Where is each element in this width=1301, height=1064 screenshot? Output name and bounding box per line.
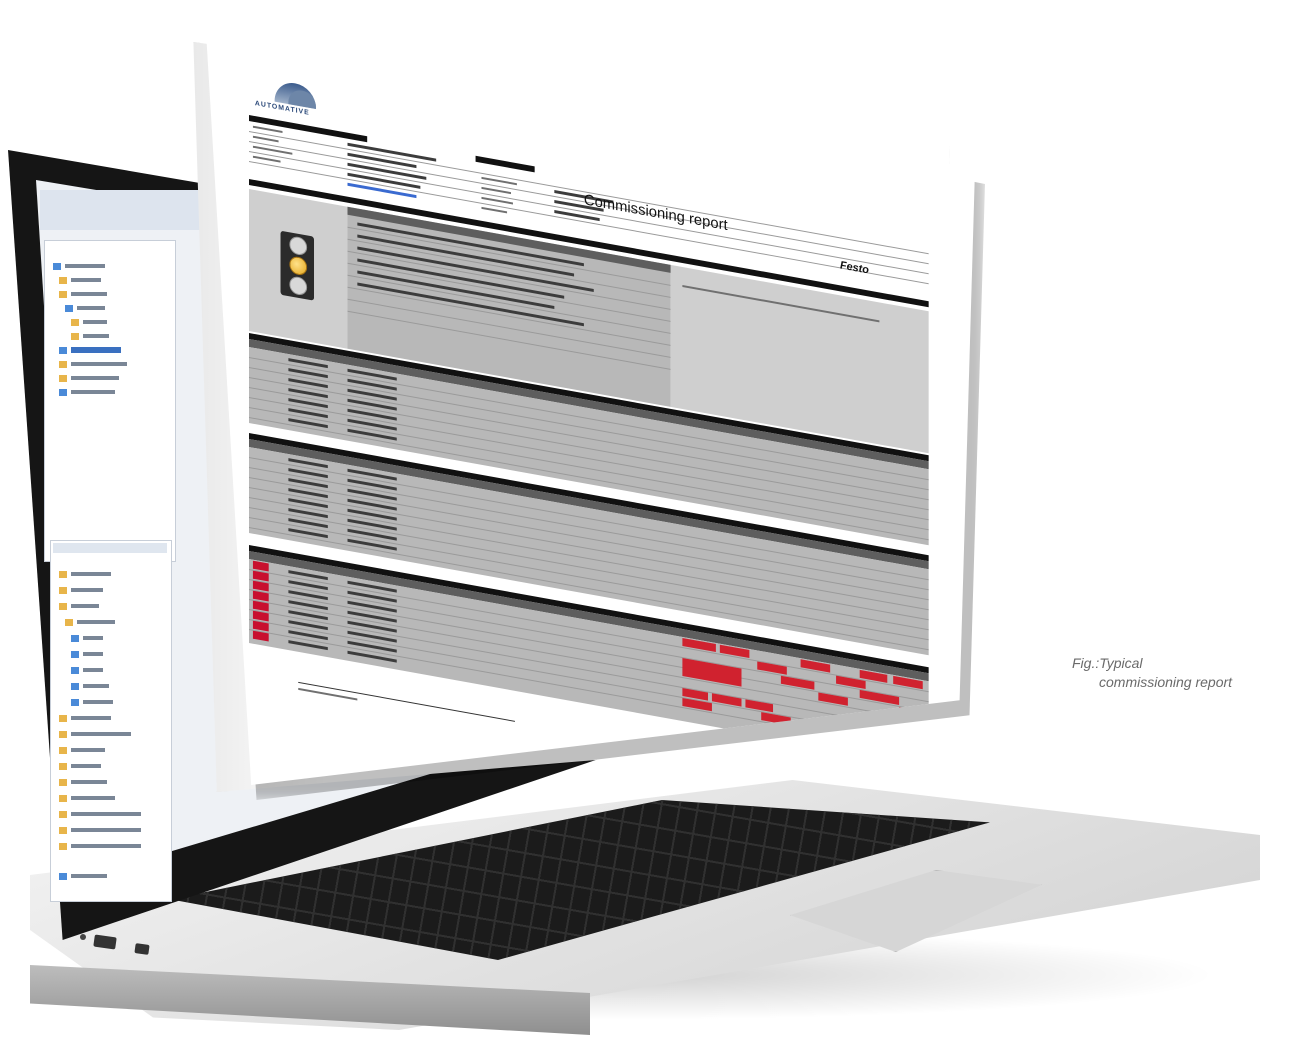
folder-icon [59,842,67,850]
tree-item[interactable] [65,617,115,627]
signature-line [662,747,860,784]
tree-item[interactable] [59,275,101,285]
tree-item[interactable] [59,359,127,369]
device-icon [71,698,79,706]
tree-item[interactable] [59,841,141,851]
device-icon [71,650,79,658]
figure-caption: Fig.:Typical commissioning report [1072,654,1301,692]
signature-line [298,681,515,722]
report-title: Commissioning report [583,191,728,235]
folder-icon [59,826,67,834]
folder-icon [59,290,67,298]
tree-item[interactable] [59,373,119,383]
report-page: AUTOMATIVE Commissioning report Festo [205,15,975,785]
folder-icon [59,762,67,770]
tree-item[interactable] [59,777,107,787]
tree-item[interactable] [65,303,105,313]
folder-icon [59,346,67,354]
tree-item[interactable] [59,761,101,771]
traffic-light-icon [280,230,315,301]
tree-item-selected[interactable] [59,345,121,355]
tree-item[interactable] [71,697,113,707]
caption-prefix: Fig.: [1072,655,1100,671]
tree-item[interactable] [59,713,111,723]
tree-item[interactable] [59,569,111,579]
tree-item[interactable] [71,649,103,659]
folder-icon [53,262,61,270]
tree-item[interactable] [59,387,115,397]
tree-item[interactable] [71,665,103,675]
caption-line1: Typical [1099,655,1143,671]
tree-item[interactable] [59,601,99,611]
tree-item[interactable] [71,317,107,327]
tree-item[interactable] [59,793,115,803]
folder-icon [59,872,67,880]
folder-icon [59,586,67,594]
tree-item[interactable] [59,289,107,299]
folder-icon [59,276,67,284]
power-led [80,934,86,940]
tree-item[interactable] [59,585,103,595]
caption-line2: commissioning report [1099,674,1233,690]
folder-icon [59,746,67,754]
report-content: AUTOMATIVE Commissioning report Festo [249,73,939,785]
folder-icon [59,730,67,738]
app-toolbar [40,190,200,230]
folder-icon [59,360,67,368]
folder-icon [59,714,67,722]
tree-item[interactable] [59,871,107,881]
tree-item[interactable] [71,331,109,341]
fault-cell [879,743,919,759]
folder-icon [59,778,67,786]
folder-icon [59,794,67,802]
device-icon [71,634,79,642]
project-tree-panel [44,240,176,562]
folder-icon [59,602,67,610]
tree-item[interactable] [71,633,103,643]
tree-item[interactable] [59,809,141,819]
folder-icon [65,618,73,626]
folder-icon [71,318,79,326]
folder-icon [59,388,67,396]
tree-item[interactable] [53,261,105,271]
panel-header [53,543,167,553]
tree-item[interactable] [71,681,109,691]
device-tree-panel [50,540,172,902]
folder-icon [59,374,67,382]
tree-item[interactable] [59,825,141,835]
section-header [475,155,535,173]
folder-icon [59,810,67,818]
thunderbolt-port [134,943,150,955]
folder-icon [71,332,79,340]
device-icon [71,682,79,690]
tree-item[interactable] [59,745,105,755]
tree-item[interactable] [59,729,131,739]
folder-icon [59,570,67,578]
device-icon [71,666,79,674]
folder-icon [65,304,73,312]
